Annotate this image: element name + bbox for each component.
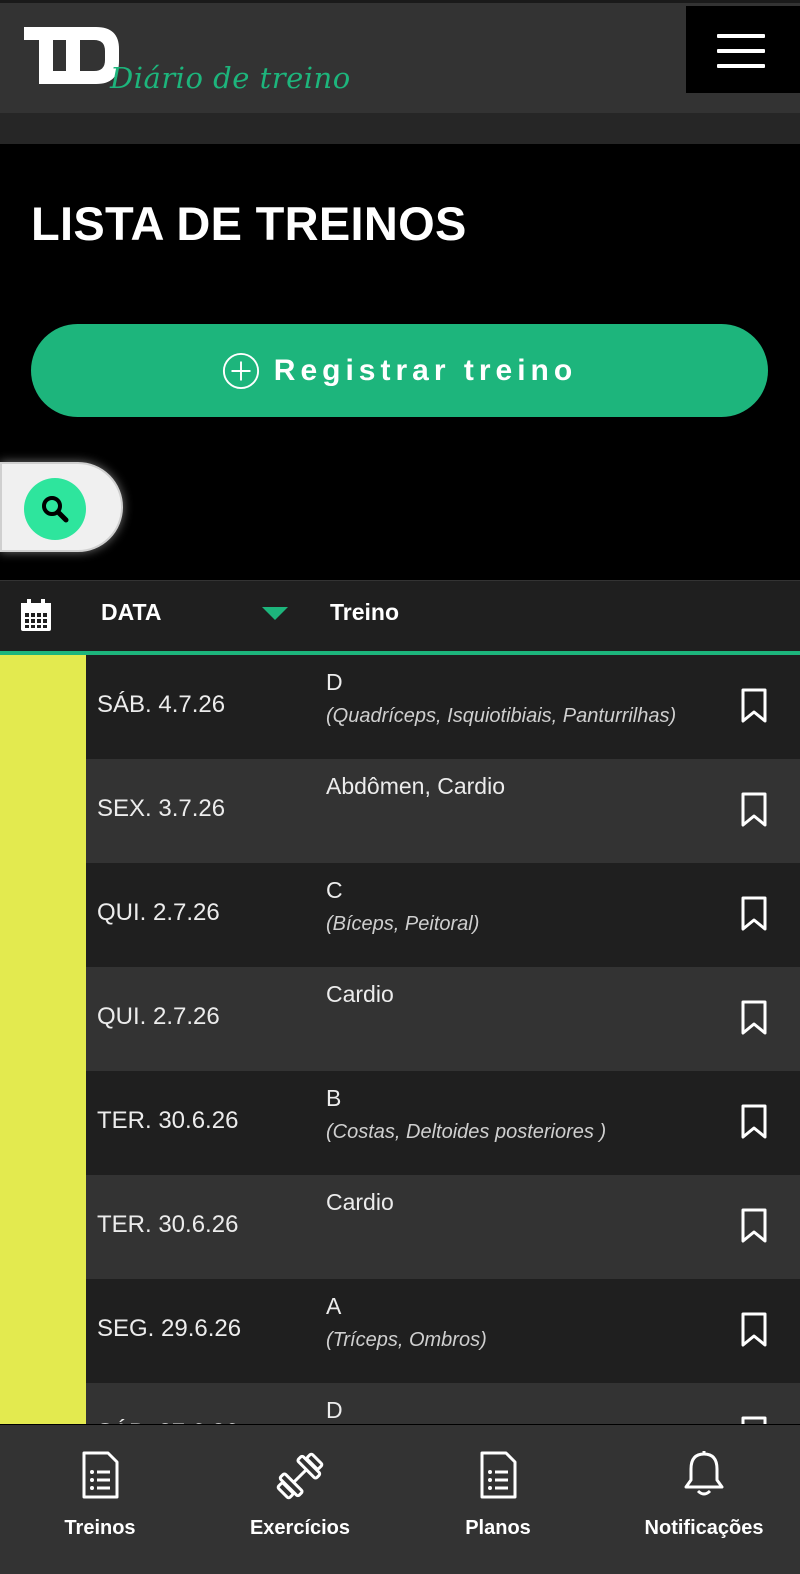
nav-treinos-label: Treinos: [64, 1517, 136, 1539]
search-panel: [0, 462, 123, 552]
workout-name: D: [326, 669, 343, 695]
workout-name: A: [326, 1293, 342, 1319]
app-header: TD Diário de treino: [0, 0, 800, 113]
table-row[interactable]: SEX. 3.7.26 Abdômen, Cardio: [86, 759, 800, 863]
nav-treinos[interactable]: Treinos: [0, 1425, 200, 1574]
table-row[interactable]: QUI. 2.7.26 Cardio: [86, 967, 800, 1071]
bookmark-icon[interactable]: [740, 1416, 768, 1424]
workout-name: D: [326, 1397, 343, 1423]
bookmark-icon[interactable]: [740, 1312, 768, 1353]
table-row[interactable]: QUI. 2.7.26 C (Bíceps, Peitoral): [86, 863, 800, 967]
nav-notificacoes[interactable]: Notificações: [604, 1425, 800, 1574]
hamburger-icon: [717, 34, 765, 38]
workout-muscles: (Costas, Deltoides posteriores ): [326, 1121, 607, 1143]
dumbbell-icon: [276, 1452, 324, 1500]
register-workout-label: Registrar treino: [273, 353, 578, 387]
bottom-navigation: Treinos Exercícios Planos Notificações: [0, 1425, 800, 1574]
nav-planos-label: Planos: [465, 1517, 531, 1539]
week-indicator-strip: [0, 655, 86, 1424]
table-row[interactable]: SÁB. 4.7.26 D (Quadríceps, Isquiotibiais, …: [86, 655, 800, 759]
bookmark-icon[interactable]: [740, 688, 768, 729]
workout-date: TER. 30.6.26: [97, 1107, 239, 1134]
workout-date: SEX. 3.7.26: [97, 795, 226, 822]
workout-name: B: [326, 1085, 342, 1111]
nav-exercicios[interactable]: Exercícios: [200, 1425, 400, 1574]
page-title: LISTA DE TREINOS: [31, 197, 467, 250]
menu-button[interactable]: [686, 6, 800, 93]
workout-column-header: Treino: [330, 599, 400, 625]
logo-subtitle: Diário de treino: [110, 61, 351, 95]
bookmark-icon[interactable]: [740, 896, 768, 937]
workout-date: QUI. 2.7.26: [97, 899, 220, 926]
register-workout-button[interactable]: Registrar treino: [31, 324, 768, 417]
workout-date: QUI. 2.7.26: [97, 1003, 220, 1030]
bell-icon: [684, 1451, 724, 1496]
search-button[interactable]: [24, 478, 86, 540]
table-header: DATA Treino: [0, 580, 800, 656]
table-row[interactable]: TER. 30.6.26 Cardio: [86, 1175, 800, 1279]
nav-exercicios-label: Exercícios: [249, 1517, 351, 1539]
document-list-icon: [82, 1451, 119, 1499]
workout-date: SÁB. 27.6.26: [97, 1419, 238, 1424]
table-row[interactable]: SÁB. 27.6.26 D: [86, 1383, 800, 1424]
table-body: SÁB. 4.7.26 D (Quadríceps, Isquiotibiais, …: [0, 655, 800, 1424]
workout-name: Cardio: [326, 1189, 394, 1215]
plus-circle-icon: [222, 352, 259, 389]
workout-date: SEG. 29.6.26: [97, 1315, 242, 1342]
workout-muscles: (Bíceps, Peitoral): [326, 913, 480, 935]
document-list-icon: [480, 1451, 517, 1499]
date-column-header[interactable]: DATA: [101, 599, 161, 626]
bookmark-icon[interactable]: [740, 1000, 768, 1041]
workout-date: TER. 30.6.26: [97, 1211, 239, 1238]
workout-muscles: (Tríceps, Ombros): [326, 1329, 487, 1351]
logo-mark: TD: [24, 27, 119, 84]
calendar-icon: [21, 599, 51, 631]
sort-descending-icon[interactable]: [262, 607, 288, 621]
bookmark-icon[interactable]: [740, 792, 768, 833]
workout-name: C: [326, 877, 343, 903]
workout-muscles: (Quadríceps, Isquiotibiais, Panturrilhas…: [326, 705, 677, 727]
bookmark-icon[interactable]: [740, 1104, 768, 1145]
nav-planos[interactable]: Planos: [398, 1425, 598, 1574]
nav-notificacoes-label: Notificações: [644, 1517, 764, 1539]
workout-date: SÁB. 4.7.26: [97, 691, 226, 718]
bookmark-icon[interactable]: [740, 1208, 768, 1249]
header-subbar: [0, 113, 800, 144]
workout-table: DATA Treino SÁB. 4.7.26 D (Quadríceps, Isq…: [0, 580, 800, 1424]
table-row[interactable]: TER. 30.6.26 B (Costas, Deltoides posterio…: [86, 1071, 800, 1175]
search-icon: [42, 496, 69, 523]
workout-name: Abdômen, Cardio: [326, 773, 505, 799]
app-logo[interactable]: TD Diário de treino: [24, 25, 350, 105]
table-row[interactable]: SEG. 29.6.26 A (Tríceps, Ombros): [86, 1279, 800, 1383]
workout-name: Cardio: [326, 981, 394, 1007]
